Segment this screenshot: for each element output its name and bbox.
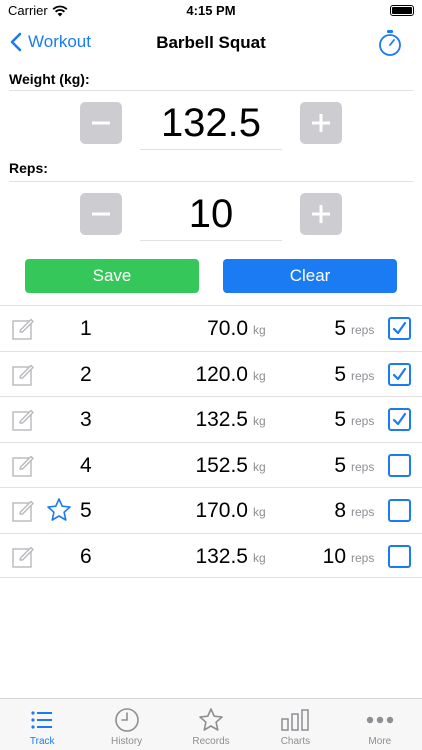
set-weight: 70.0 [207,317,248,340]
edit-icon[interactable] [12,317,36,346]
save-button[interactable]: Save [25,259,199,293]
set-reps: 5 [334,317,346,340]
set-complete-checkbox[interactable] [388,317,411,340]
set-number: 1 [80,317,92,340]
set-weight: 132.5 [195,544,248,568]
divider [9,90,413,91]
star-icon [198,707,224,733]
set-number: 2 [80,362,92,386]
reps-value[interactable]: 10 [140,190,282,238]
chevron-left-icon [10,32,22,52]
tab-bar: Track History Records Charts More [0,698,422,750]
edit-icon[interactable] [12,545,36,574]
set-row: 4 152.5 kg 5 reps [0,441,422,488]
reps-label: Reps: [9,160,48,176]
weight-unit: kg [253,323,266,337]
checkmark-icon [392,367,407,380]
tab-label: Charts [280,736,311,747]
weight-unit: kg [253,550,266,565]
clear-button[interactable]: Clear [223,259,397,293]
set-number: 6 [80,544,92,568]
reps-unit: reps [351,505,375,519]
edit-icon[interactable] [12,454,36,483]
list-icon [30,707,54,733]
tab-label: More [368,736,392,747]
star-icon [46,497,72,528]
checkmark-icon [392,321,407,335]
set-number: 3 [80,408,92,431]
set-complete-checkbox[interactable] [388,453,411,477]
set-reps: 5 [334,408,346,431]
set-reps: 5 [334,453,346,477]
weight-value[interactable]: 132.5 [140,99,282,147]
stopwatch-icon[interactable] [378,29,402,62]
reps-unit: reps [351,459,375,474]
tab-history[interactable]: History [84,699,168,750]
ellipsis-icon [366,707,394,733]
set-row: 2 120.0 kg 5 reps [0,350,422,397]
tab-records[interactable]: Records [169,699,253,750]
set-reps: 10 [322,544,346,568]
status-bar: Carrier 4:15 PM [0,0,422,22]
reps-increment-button[interactable] [300,193,342,235]
set-row: 6 132.5 kg 10 reps [0,532,422,578]
reps-unit: reps [351,414,375,428]
clock-icon [114,707,140,733]
weight-unit: kg [253,505,266,519]
set-weight: 132.5 [195,408,248,431]
weight-unit: kg [253,368,266,383]
checkmark-icon [392,412,407,426]
set-number: 4 [80,453,92,477]
set-reps: 8 [334,499,346,522]
set-weight: 170.0 [195,499,248,522]
set-complete-checkbox[interactable] [388,499,411,522]
weight-unit: kg [253,459,266,474]
reps-unit: reps [351,323,375,337]
weight-decrement-button[interactable] [80,102,122,144]
navigation-bar: Workout Barbell Squat [0,22,422,64]
edit-icon[interactable] [12,499,36,528]
set-complete-checkbox[interactable] [388,544,411,568]
back-button[interactable]: Workout [10,32,91,52]
weight-underline [140,149,282,150]
plus-icon [312,205,330,223]
sets-list: 1 70.0 kg 5 reps 2 120.0 kg 5 reps 3 132… [0,305,422,578]
tab-charts[interactable]: Charts [253,699,337,750]
set-row: 1 70.0 kg 5 reps [0,305,422,351]
back-button-label: Workout [28,32,91,51]
reps-unit: reps [351,368,375,383]
minus-icon [92,121,110,125]
set-complete-checkbox[interactable] [388,362,411,386]
reps-underline [140,240,282,241]
weight-increment-button[interactable] [300,102,342,144]
minus-icon [92,212,110,216]
bar-chart-icon [280,707,310,733]
battery-icon [390,5,414,16]
set-row: 5 170.0 kg 8 reps [0,487,422,533]
set-row: 3 132.5 kg 5 reps [0,396,422,442]
clock-time: 4:15 PM [186,3,236,18]
tab-label: Track [29,736,55,747]
tab-label: History [111,736,143,747]
set-weight: 120.0 [195,362,248,386]
divider [9,181,413,182]
weight-unit: kg [253,414,266,428]
tab-label: Records [192,736,230,747]
set-weight: 152.5 [195,453,248,477]
tab-track[interactable]: Track [0,699,84,750]
plus-icon [312,114,330,132]
reps-decrement-button[interactable] [80,193,122,235]
set-complete-checkbox[interactable] [388,408,411,431]
edit-icon[interactable] [12,363,36,392]
tab-more[interactable]: More [338,699,422,750]
weight-label: Weight (kg): [9,71,90,87]
set-reps: 5 [334,362,346,386]
set-number: 5 [80,499,92,522]
reps-unit: reps [351,550,375,565]
edit-icon[interactable] [12,408,36,437]
